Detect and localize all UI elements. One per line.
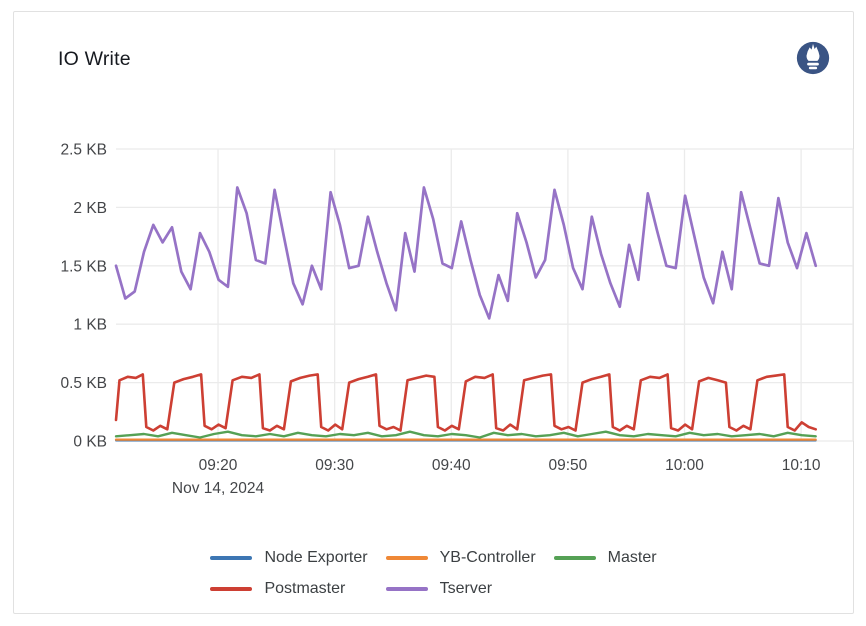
legend-label-tserver: Tserver (440, 580, 492, 598)
x-tick-label-2: 09:40 (432, 457, 471, 474)
y-tick-label-2: 1 KB (73, 317, 107, 334)
y-tick-label-5: 2.5 KB (60, 142, 107, 159)
x-tick-label-1: 09:30 (315, 457, 354, 474)
legend-label-node-exporter: Node Exporter (264, 549, 367, 567)
x-axis-date-label: Nov 14, 2024 (172, 480, 265, 497)
legend-label-postmaster: Postmaster (264, 580, 345, 598)
x-tick-label-3: 09:50 (548, 457, 587, 474)
y-tick-label-0: 0 KB (73, 434, 107, 451)
chart-legend: Node Exporter YB-Controller Master Postmast… (14, 549, 853, 598)
y-tick-label-1: 0.5 KB (60, 375, 107, 392)
legend-item-postmaster[interactable]: Postmaster (210, 580, 367, 598)
x-tick-label-5: 10:10 (782, 457, 821, 474)
legend-label-master: Master (608, 549, 657, 567)
legend-item-yb-controller[interactable]: YB-Controller (386, 549, 536, 567)
legend-label-yb-controller: YB-Controller (440, 549, 536, 567)
x-tick-label-0: 09:20 (199, 457, 238, 474)
legend-item-node-exporter[interactable]: Node Exporter (210, 549, 367, 567)
legend-swatch-master (554, 556, 596, 561)
legend-swatch-node-exporter (210, 556, 252, 561)
series-line-master (116, 432, 816, 438)
legend-swatch-tserver (386, 587, 428, 592)
legend-swatch-yb-controller (386, 556, 428, 561)
x-tick-label-4: 10:00 (665, 457, 704, 474)
io-write-chart: 0 KB 0.5 KB 1 KB 1.5 KB 2 KB 2.5 KB 09:20 09:30… (14, 12, 855, 615)
legend-item-tserver[interactable]: Tserver (386, 580, 536, 598)
y-tick-label-4: 2 KB (73, 200, 107, 217)
legend-item-master[interactable]: Master (554, 549, 657, 567)
legend-swatch-postmaster (210, 587, 252, 592)
y-tick-label-3: 1.5 KB (60, 258, 107, 275)
io-write-panel: IO Write 0 KB0.5 KB1 KB1.5 KB2 KB2.5 KB0… (13, 11, 854, 614)
